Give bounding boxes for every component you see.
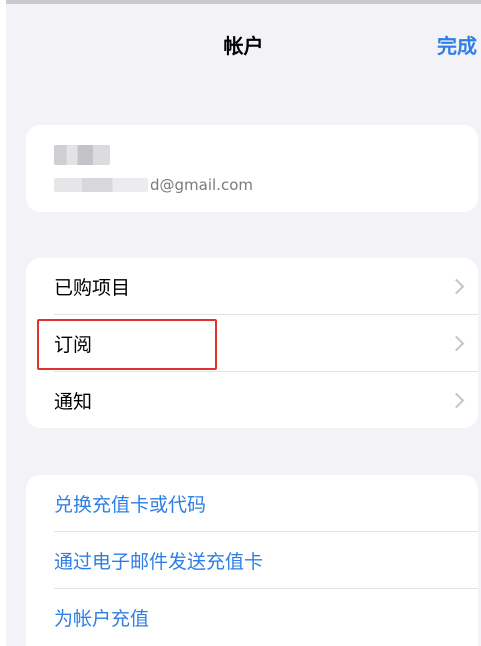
account-email: d@gmail.com [54, 175, 253, 195]
blurred-email-prefix [54, 178, 148, 192]
action-card: 兑换充值卡或代码 通过电子邮件发送充值卡 为帐户充值 [26, 475, 478, 646]
menu-item-subscriptions[interactable]: 订阅 [26, 315, 478, 372]
account-screen: 帐户 完成 d@gmail.com 已购项目 订阅 通知 兑换充值卡或代码 通过… [0, 0, 481, 646]
account-card[interactable]: d@gmail.com [26, 125, 478, 212]
page-title: 帐户 [223, 34, 264, 58]
email-text: d@gmail.com [150, 176, 253, 194]
blurred-account-name [54, 145, 110, 165]
chevron-right-icon [448, 278, 465, 294]
menu-card: 已购项目 订阅 通知 [26, 258, 478, 428]
add-funds-button[interactable]: 为帐户充值 [26, 589, 478, 646]
redeem-gift-card-button[interactable]: 兑换充值卡或代码 [26, 475, 478, 532]
status-bar-edge [6, 0, 481, 4]
menu-item-label: 已购项目 [54, 277, 131, 299]
menu-item-label: 订阅 [54, 334, 93, 356]
chevron-right-icon [448, 392, 465, 408]
menu-item-notifications[interactable]: 通知 [26, 372, 478, 428]
menu-item-label: 通知 [54, 391, 93, 413]
chevron-right-icon [448, 335, 465, 351]
send-gift-card-email-button[interactable]: 通过电子邮件发送充值卡 [26, 532, 478, 589]
done-button[interactable]: 完成 [437, 30, 477, 59]
menu-item-purchases[interactable]: 已购项目 [26, 258, 478, 315]
